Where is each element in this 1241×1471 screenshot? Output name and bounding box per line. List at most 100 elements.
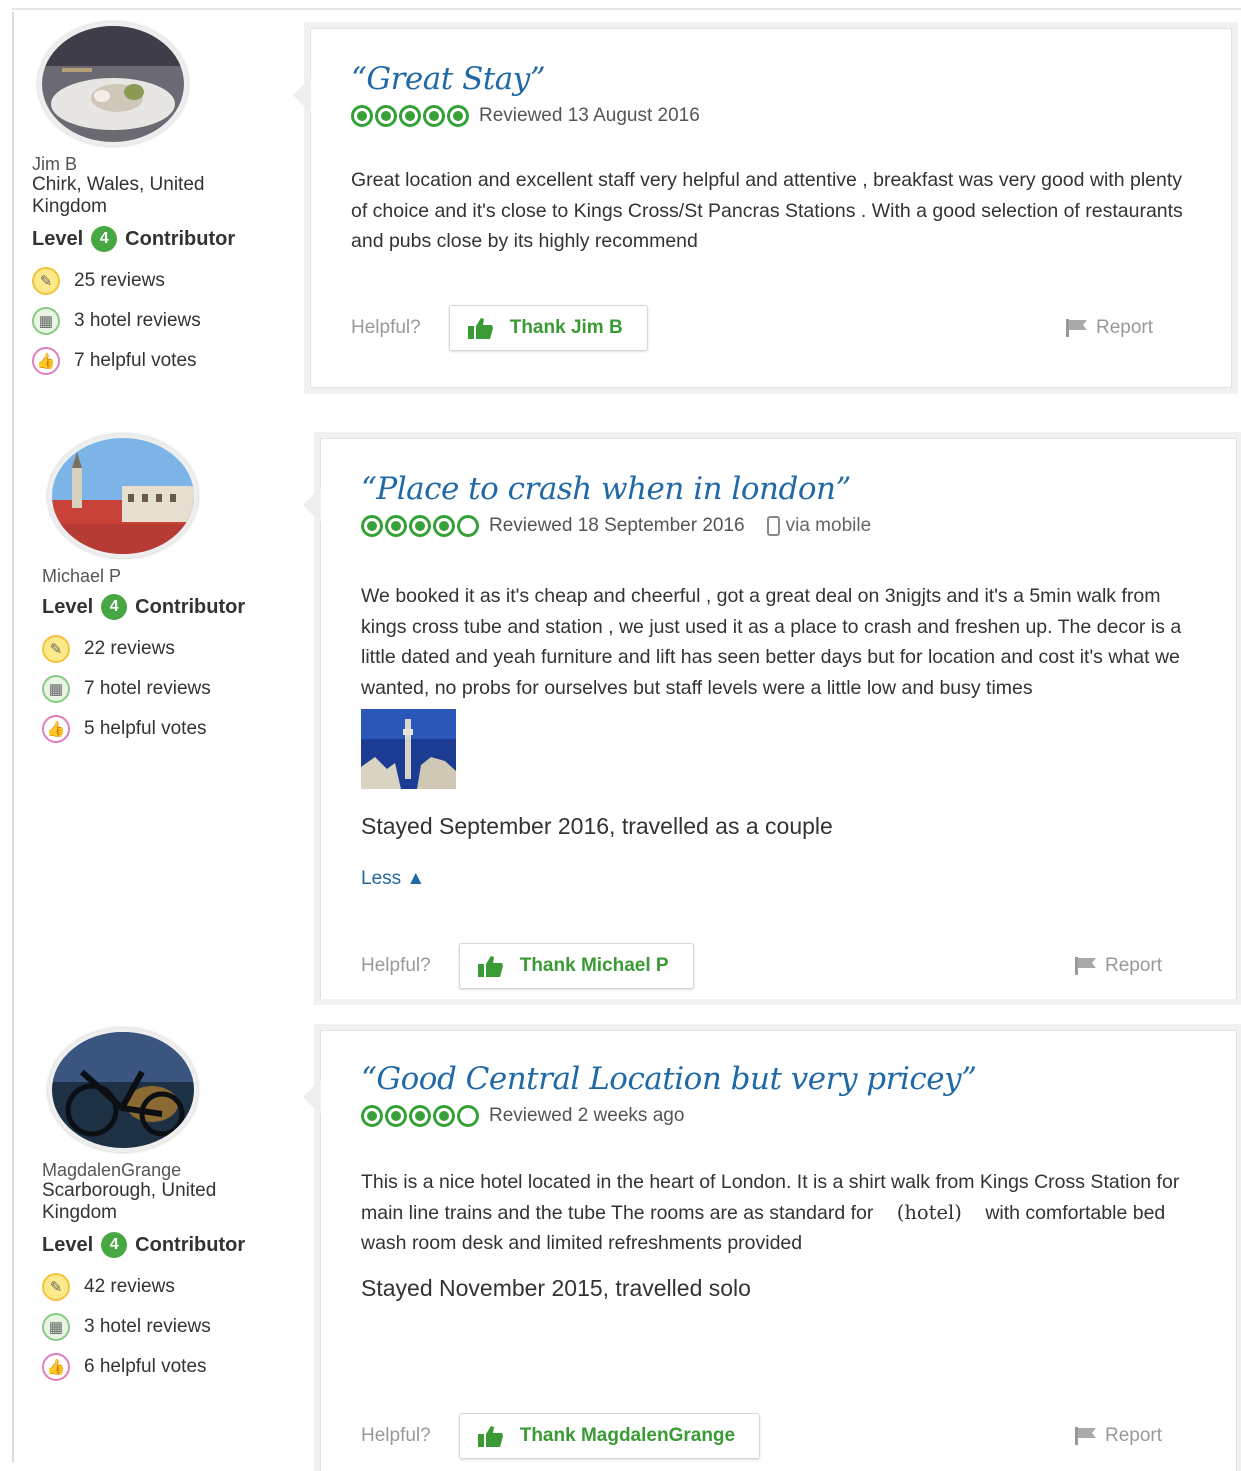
avatar[interactable]: [38, 22, 188, 146]
hotel-review-count[interactable]: ▦ 7 hotel reviews: [42, 674, 302, 704]
review-title[interactable]: “Great Stay”: [351, 61, 1191, 97]
rating-row: Reviewed 2 weeks ago: [361, 1105, 1196, 1127]
review-body-hotel: (hotel): [896, 1200, 962, 1224]
review-card: “Great Stay” Reviewed 13 August 2016 Gre…: [293, 28, 1232, 388]
thank-button[interactable]: Thank MagdalenGrange: [458, 1413, 761, 1459]
helpful-vote-count-text: 7 helpful votes: [74, 350, 197, 371]
top-divider: [12, 8, 1241, 10]
reviewer-name[interactable]: Michael P: [42, 566, 302, 586]
thumbs-up-icon: 👍: [42, 715, 70, 743]
review-photo-image[interactable]: [361, 709, 456, 789]
review-footer: Helpful? Thank Jim B Report: [351, 305, 1231, 351]
helpful-label: Helpful?: [361, 955, 431, 976]
level-label: Level: [42, 1233, 94, 1256]
rating-bubble-icon: [409, 515, 431, 537]
rating-bubble-icon: [385, 515, 407, 537]
review-photo[interactable]: [361, 709, 1206, 789]
helpful-vote-count[interactable]: 👍 7 helpful votes: [32, 346, 292, 376]
review-footer: Helpful? Thank Michael P Report: [361, 943, 1236, 989]
thank-button-label: Thank MagdalenGrange: [519, 1425, 736, 1446]
contributor-level: Level 4 Contributor: [42, 1232, 302, 1258]
reviews-icon: ✎: [32, 267, 60, 295]
rating-bubbles: [361, 1105, 481, 1127]
level-suffix: Contributor: [135, 595, 246, 618]
rating-bubble-icon: [457, 515, 479, 537]
report-link[interactable]: Report: [1065, 317, 1153, 339]
rating-bubbles: [351, 105, 471, 127]
thank-button[interactable]: Thank Michael P: [458, 943, 694, 989]
avatar[interactable]: [48, 434, 198, 558]
rating-bubble-icon: [361, 1105, 383, 1127]
hotel-review-count[interactable]: ▦ 3 hotel reviews: [32, 306, 292, 336]
via-mobile-label: via mobile: [785, 515, 872, 536]
reviews-icon: ✎: [42, 635, 70, 663]
rating-bubble-icon: [351, 105, 373, 127]
review-title[interactable]: “Place to crash when in london”: [361, 471, 1206, 507]
review-body: We booked it as it's cheap and cheerful …: [361, 585, 1182, 699]
less-link[interactable]: Less ▲: [361, 868, 1206, 890]
reviewer-name[interactable]: MagdalenGrange: [42, 1160, 302, 1180]
rating-bubble-icon: [361, 515, 383, 537]
review-count[interactable]: ✎ 42 reviews: [42, 1272, 302, 1302]
left-divider: [12, 12, 14, 1462]
rating-row: Reviewed 13 August 2016: [351, 105, 1191, 127]
reviewer-location: Scarborough, United Kingdom: [42, 1180, 217, 1223]
thumbs-up-icon: [477, 1426, 503, 1447]
review-count[interactable]: ✎ 22 reviews: [42, 634, 302, 664]
reviewer-profile: Jim B Chirk, Wales, United Kingdom Level…: [32, 22, 292, 376]
hotel-review-count-text: 7 hotel reviews: [84, 678, 211, 699]
flag-icon: [1074, 957, 1096, 975]
reviewer-location: Chirk, Wales, United Kingdom: [32, 174, 205, 217]
reviews-icon: ✎: [42, 1273, 70, 1301]
review-count-text: 25 reviews: [74, 270, 165, 291]
rating-bubble-icon: [433, 1105, 455, 1127]
review-footer: Helpful? Thank MagdalenGrange Report: [361, 1413, 1236, 1459]
rating-row: Reviewed 18 September 2016 via mobile: [361, 515, 1206, 537]
review-card: “Place to crash when in london” Reviewed…: [303, 438, 1237, 999]
thank-button-label: Thank Michael P: [519, 955, 669, 976]
thumbs-up-icon: 👍: [32, 347, 60, 375]
helpful-label: Helpful?: [351, 317, 421, 338]
review-body: This is a nice hotel located in the hear…: [361, 1167, 1196, 1259]
helpful-vote-count[interactable]: 👍 6 helpful votes: [42, 1352, 302, 1382]
hotel-review-count-text: 3 hotel reviews: [74, 310, 201, 331]
rating-bubble-icon: [433, 515, 455, 537]
level-badge: 4: [91, 226, 118, 252]
rating-bubble-icon: [385, 1105, 407, 1127]
card-pointer: [303, 487, 321, 523]
rating-bubble-icon: [423, 105, 445, 127]
level-label: Level: [42, 595, 94, 618]
helpful-vote-count[interactable]: 👍 5 helpful votes: [42, 714, 302, 744]
stay-info: Stayed November 2015, travelled solo: [361, 1274, 751, 1301]
review-body: Great location and excellent staff very …: [351, 169, 1183, 252]
thumbs-up-icon: [467, 318, 493, 339]
report-link[interactable]: Report: [1074, 955, 1162, 977]
flag-icon: [1074, 1427, 1096, 1445]
helpful-vote-count-text: 5 helpful votes: [84, 718, 207, 739]
review-title[interactable]: “Good Central Location but very pricey”: [361, 1061, 1196, 1097]
level-suffix: Contributor: [125, 227, 236, 250]
thumbs-up-icon: 👍: [42, 1353, 70, 1381]
stay-info: Stayed September 2016, travelled as a co…: [361, 813, 833, 839]
card-pointer: [303, 1079, 321, 1115]
level-label: Level: [32, 227, 84, 250]
hotel-icon: ▦: [42, 1313, 70, 1341]
flag-icon: [1065, 319, 1087, 337]
report-label: Report: [1095, 317, 1153, 338]
hotel-icon: ▦: [32, 307, 60, 335]
thank-button[interactable]: Thank Jim B: [448, 305, 648, 351]
thumbs-up-icon: [477, 956, 503, 977]
reviewer-profile: Michael P Level 4 Contributor ✎ 22 revie…: [42, 434, 302, 744]
rating-bubble-icon: [457, 1105, 479, 1127]
report-link[interactable]: Report: [1074, 1425, 1162, 1447]
hotel-review-count-text: 3 hotel reviews: [84, 1316, 211, 1337]
review-date: Reviewed 2 weeks ago: [489, 1105, 685, 1126]
hotel-review-count[interactable]: ▦ 3 hotel reviews: [42, 1312, 302, 1342]
review-count[interactable]: ✎ 25 reviews: [32, 266, 292, 296]
avatar[interactable]: [48, 1028, 198, 1152]
reviewer-name[interactable]: Jim B: [32, 154, 292, 174]
level-badge: 4: [101, 1232, 128, 1258]
rating-bubble-icon: [375, 105, 397, 127]
reviewer-profile: MagdalenGrange Scarborough, United Kingd…: [42, 1028, 302, 1382]
contributor-level: Level 4 Contributor: [32, 226, 292, 252]
